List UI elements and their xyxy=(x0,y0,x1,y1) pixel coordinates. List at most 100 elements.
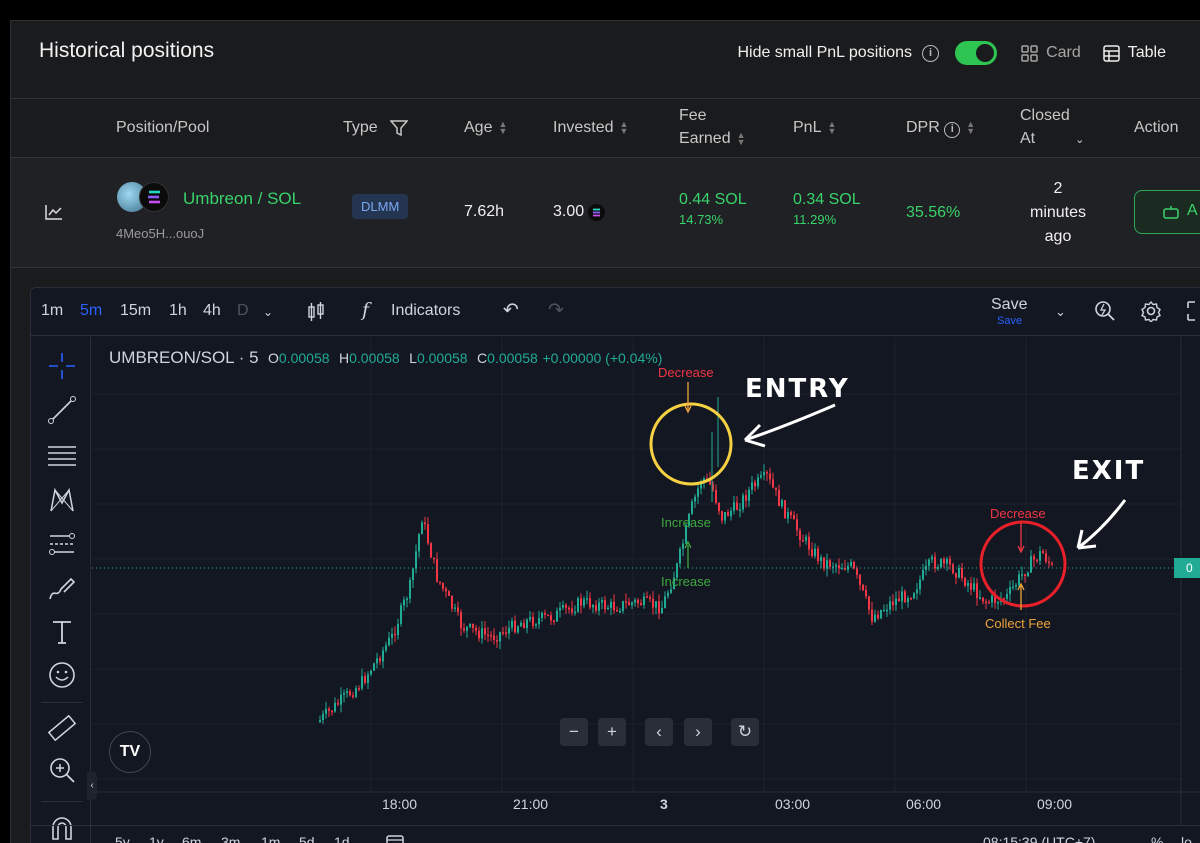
tradingview-logo[interactable]: TV xyxy=(109,731,151,773)
info-icon[interactable]: i xyxy=(944,121,961,138)
candle-body xyxy=(799,530,801,541)
candle-body xyxy=(751,482,753,490)
table-view-button[interactable]: Table xyxy=(1103,44,1166,62)
col-pnl[interactable]: PnL ▲ ▼ xyxy=(793,116,836,139)
pattern-icon[interactable] xyxy=(47,485,77,515)
col-invested[interactable]: Invested ▲ ▼ xyxy=(553,116,628,139)
col-closed-label: Closed xyxy=(1020,107,1070,124)
action-button[interactable]: A xyxy=(1134,190,1200,234)
chevron-down-icon: ⌄ xyxy=(1075,134,1085,146)
range-6m[interactable]: 6m xyxy=(182,834,201,843)
interval-d[interactable]: D xyxy=(237,302,249,320)
candle-body xyxy=(613,601,615,611)
gear-icon[interactable] xyxy=(1140,300,1162,322)
price-plot[interactable] xyxy=(92,337,1200,843)
zoom-out-button[interactable]: − xyxy=(560,718,588,746)
text-tool-icon[interactable] xyxy=(47,617,77,647)
card-view-button[interactable]: Card xyxy=(1021,44,1081,62)
tradingview-chart[interactable]: 1m 5m 15m 1h 4h D ⌄ f Indicators ↶ ↷ Sav… xyxy=(30,287,1200,843)
entry-label: ENTRY xyxy=(745,374,850,404)
ruler-icon[interactable] xyxy=(47,713,77,743)
scroll-left-button[interactable]: ‹ xyxy=(645,718,673,746)
fib-icon[interactable] xyxy=(47,529,77,559)
col-dpr[interactable]: DPR i ▲ ▼ xyxy=(906,116,975,139)
redo-icon[interactable]: ↷ xyxy=(548,299,564,322)
candle-body xyxy=(931,556,933,560)
robot-icon xyxy=(1163,206,1179,219)
candle-body xyxy=(439,581,441,584)
zoom-in-icon[interactable] xyxy=(47,755,77,785)
trend-line-icon[interactable] xyxy=(47,395,77,425)
brush-icon[interactable] xyxy=(47,573,77,603)
range-1d[interactable]: 1d xyxy=(334,834,350,843)
fee-earned: 0.44 SOL 14.73% xyxy=(679,191,747,227)
candle-body xyxy=(601,600,603,603)
col-closed-at[interactable]: Closed At ⌄ xyxy=(1020,104,1084,152)
range-5d[interactable]: 5d xyxy=(299,834,315,843)
magnet-icon[interactable] xyxy=(47,813,77,843)
horizontal-lines-icon[interactable] xyxy=(47,440,77,470)
candle-body xyxy=(1039,551,1041,561)
candles-icon[interactable] xyxy=(306,301,326,323)
col-fee-earned[interactable]: Fee Earned ▲ ▼ xyxy=(679,104,746,150)
log-toggle[interactable]: lo xyxy=(1181,834,1192,843)
col-type[interactable]: Type xyxy=(343,116,409,139)
zoom-in-button[interactable]: + xyxy=(598,718,626,746)
interval-1m[interactable]: 1m xyxy=(41,302,63,320)
col-age[interactable]: Age ▲ ▼ xyxy=(464,116,507,139)
candle-body xyxy=(976,583,978,599)
collect-fee-label: Collect Fee xyxy=(985,616,1051,631)
fx-icon[interactable]: f xyxy=(362,299,369,321)
range-1y[interactable]: 1y xyxy=(149,834,164,843)
position-address[interactable]: 4Meo5H...ouoJ xyxy=(116,226,204,241)
divider xyxy=(11,267,1200,268)
undo-icon[interactable]: ↶ xyxy=(503,299,519,322)
range-5y[interactable]: 5y xyxy=(115,834,130,843)
increase-label: Increase xyxy=(661,574,711,589)
candle-body xyxy=(679,548,681,564)
candle-body xyxy=(811,549,813,557)
col-position-pool[interactable]: Position/Pool xyxy=(116,116,209,139)
candle-body xyxy=(1048,561,1050,564)
candle-body xyxy=(796,519,798,531)
app-window: Historical positions Hide small PnL posi… xyxy=(0,0,1200,843)
pool-name[interactable]: Umbreon / SOL xyxy=(183,189,301,209)
col-at-label: At xyxy=(1020,130,1036,147)
fullscreen-icon[interactable] xyxy=(1185,300,1199,322)
save-button[interactable]: Save xyxy=(991,296,1027,314)
interval-1h[interactable]: 1h xyxy=(169,302,187,320)
range-1m[interactable]: 1m xyxy=(261,834,280,843)
interval-15m[interactable]: 15m xyxy=(120,302,151,320)
chevron-down-icon[interactable]: ⌄ xyxy=(263,305,273,319)
interval-4h[interactable]: 4h xyxy=(203,302,221,320)
chart-legend: UMBREON/SOL · 5 O0.00058 H0.00058 L0.000… xyxy=(109,348,662,368)
candle-body xyxy=(658,601,660,614)
percent-toggle[interactable]: % xyxy=(1151,834,1163,843)
scroll-right-button[interactable]: › xyxy=(684,718,712,746)
chart-line-icon[interactable] xyxy=(45,204,63,220)
filter-icon[interactable] xyxy=(389,120,409,136)
page-title: Historical positions xyxy=(39,39,215,62)
interval-5m[interactable]: 5m xyxy=(80,302,102,320)
candle-body xyxy=(661,607,663,614)
calendar-icon[interactable] xyxy=(385,832,405,843)
chart-clock[interactable]: 08:15:39 (UTC+7) xyxy=(983,834,1095,843)
hide-small-toggle[interactable] xyxy=(955,41,998,65)
info-icon[interactable]: i xyxy=(922,44,940,62)
sol-token-icon xyxy=(139,182,169,212)
dpr-value: 35.56% xyxy=(906,204,961,221)
chevron-down-icon[interactable]: ⌄ xyxy=(1055,304,1066,320)
range-3m[interactable]: 3m xyxy=(221,834,240,843)
candle-body xyxy=(778,489,780,507)
candle-body xyxy=(967,583,969,586)
candle-body xyxy=(946,558,948,564)
candle-body xyxy=(409,580,411,599)
table-row[interactable]: Umbreon / SOL 4Meo5H...ouoJ DLMM 7.62h 3… xyxy=(11,158,1200,268)
emoji-icon[interactable] xyxy=(47,660,77,690)
crosshair-icon[interactable] xyxy=(47,351,77,381)
indicators-button[interactable]: Indicators xyxy=(391,302,460,320)
candle-body xyxy=(391,633,393,638)
symbol-label[interactable]: UMBREON/SOL · 5 xyxy=(109,348,259,367)
alert-search-icon[interactable] xyxy=(1094,300,1116,322)
reset-chart-button[interactable]: ↻ xyxy=(731,718,759,746)
